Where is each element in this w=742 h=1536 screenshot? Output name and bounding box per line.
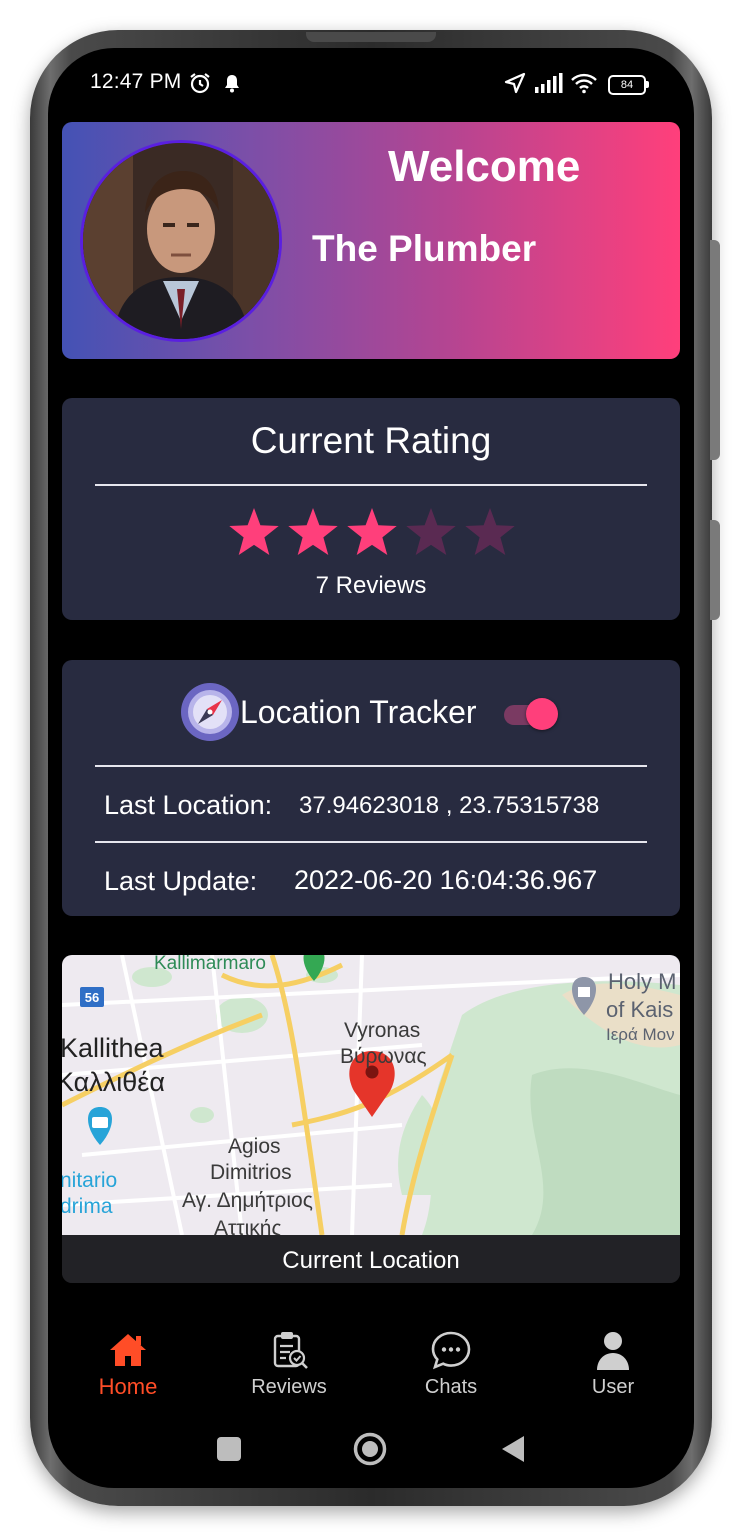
status-time: 12:47 PM <box>90 70 182 93</box>
rating-title: Current Rating <box>250 420 492 461</box>
map-label-drima: drima <box>62 1195 113 1218</box>
last-update-label: Last Update: <box>104 866 258 896</box>
map-card: 56 Kallimarmaro Kallithea Καλλιθέα Vyron… <box>62 955 680 1283</box>
map-view[interactable]: 56 Kallimarmaro Kallithea Καλλιθέα Vyron… <box>62 955 680 1235</box>
last-location-label: Last Location: <box>104 790 273 820</box>
profile-card: Welcome The Plumber <box>62 122 680 359</box>
back-triangle-icon[interactable] <box>500 1435 526 1463</box>
map-label-vyronas: Vyronas <box>344 1019 420 1042</box>
recent-apps-icon[interactable] <box>216 1436 242 1462</box>
phone-top-notch <box>306 32 436 42</box>
star-icon <box>406 508 456 555</box>
status-bar: 12:47 PM 84 <box>48 48 694 118</box>
rating-card: Current Rating 7 Reviews <box>62 398 680 620</box>
map-label-of-kais: of Kais <box>606 997 673 1022</box>
location-tracker-card: Location Tracker Last Location: 37.94623… <box>62 660 680 916</box>
star-icon <box>288 508 338 555</box>
phone-screen: 12:47 PM 84 Welcome The Plumber Current … <box>48 48 694 1488</box>
avatar[interactable] <box>80 140 282 342</box>
star-icon <box>465 508 515 555</box>
volume-button <box>710 240 720 460</box>
nav-label-chats: Chats <box>424 1376 478 1398</box>
user-name: The Plumber <box>312 228 537 269</box>
nav-label-reviews: Reviews <box>251 1376 327 1398</box>
rating-divider <box>95 484 647 486</box>
map-label-attikis: Αττικής <box>214 1217 282 1235</box>
map-label-kallithea-greek: Καλλιθέα <box>62 1067 165 1097</box>
notification-bell-icon <box>225 75 239 93</box>
map-label-iera-mon: Ιερά Μον <box>606 1025 675 1044</box>
nav-item-home[interactable]: Home <box>68 1318 188 1408</box>
nav-item-user[interactable]: User <box>553 1318 673 1408</box>
user-icon <box>597 1332 629 1370</box>
star-icon <box>229 508 279 555</box>
nav-label-user: User <box>591 1376 635 1398</box>
alarm-icon <box>190 73 210 94</box>
map-label-dimitrios: Dimitrios <box>210 1161 292 1184</box>
map-label-ag-dimitrios-greek: Αγ. Δημήτριος <box>182 1189 313 1212</box>
last-update-value: 2022-06-20 16:04:36.967 <box>294 865 598 895</box>
welcome-heading: Welcome <box>388 142 581 191</box>
location-arrow-icon <box>504 72 526 94</box>
road-56-label: 56 <box>85 990 99 1005</box>
power-button <box>710 520 720 620</box>
map-label-holy-m: Holy M <box>608 969 676 994</box>
home-icon <box>110 1334 146 1366</box>
battery-tip <box>646 81 649 88</box>
map-label-nitario: nitario <box>62 1169 117 1192</box>
tracker-title: Location Tracker <box>240 694 477 730</box>
avatar-photo <box>83 143 279 339</box>
tracker-toggle[interactable] <box>504 698 558 730</box>
map-label-kallithea: Kallithea <box>62 1033 165 1063</box>
rating-stars <box>229 508 515 555</box>
map-label-agios: Agios <box>228 1135 281 1158</box>
map-label-kallimarmaro: Kallimarmaro <box>154 955 266 974</box>
compass-icon <box>181 683 239 741</box>
last-location-value: 37.94623018 , 23.75315738 <box>299 792 600 819</box>
battery-icon: 84 <box>608 75 646 95</box>
toggle-knob <box>526 698 558 730</box>
signal-icon <box>535 73 563 93</box>
bottom-nav: Home Reviews Chats User <box>48 1318 694 1408</box>
nav-label-home: Home <box>98 1374 158 1399</box>
system-navigation-bar <box>48 1418 694 1478</box>
tracker-divider-bottom <box>95 841 647 843</box>
nav-item-reviews[interactable]: Reviews <box>229 1318 349 1408</box>
nav-item-chats[interactable]: Chats <box>391 1318 511 1408</box>
home-circle-icon[interactable] <box>353 1432 387 1466</box>
star-icon <box>347 508 397 555</box>
wifi-icon <box>571 73 597 94</box>
tracker-divider-top <box>95 765 647 767</box>
map-caption: Current Location <box>62 1235 680 1283</box>
reviews-clipboard-icon <box>273 1332 308 1369</box>
chat-bubble-icon <box>431 1331 471 1370</box>
map-label-vyronas-greek: Βύρωνας <box>340 1045 427 1068</box>
reviews-count[interactable]: 7 Reviews <box>62 572 680 600</box>
